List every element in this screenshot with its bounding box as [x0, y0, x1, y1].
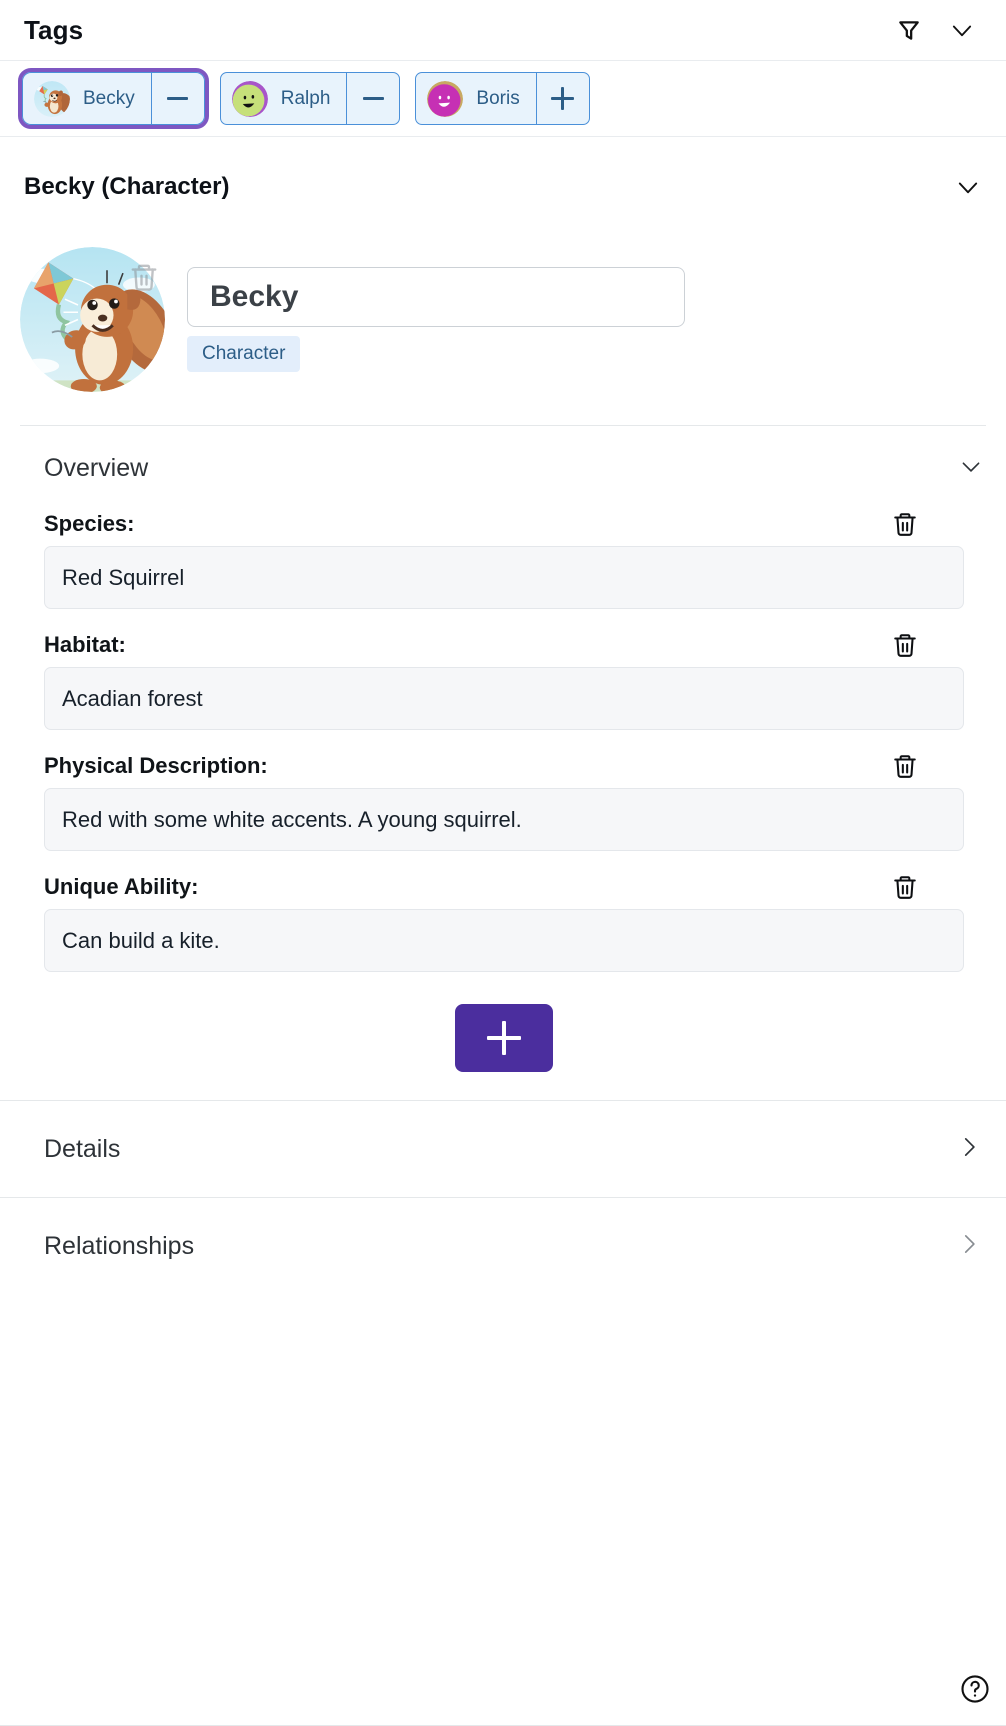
- tag-chip-ralph-remove-button[interactable]: [346, 73, 399, 124]
- tag-chip-boris-main[interactable]: Boris: [416, 73, 535, 124]
- entity-collapse-chevron-down-icon[interactable]: [954, 173, 982, 201]
- field-value[interactable]: Can build a kite.: [44, 909, 964, 972]
- header-actions: [896, 16, 982, 44]
- add-field-button[interactable]: [455, 1004, 553, 1072]
- section-details[interactable]: Details: [0, 1100, 1006, 1197]
- field-row: Habitat: Acadian forest: [44, 631, 964, 730]
- field-label: Species:: [44, 511, 135, 536]
- tag-chip-becky-remove-button[interactable]: [150, 73, 204, 124]
- chevron-right-icon[interactable]: [956, 1231, 982, 1262]
- help-circle-icon[interactable]: [960, 1674, 990, 1704]
- entity-header[interactable]: Becky (Character): [0, 137, 1006, 237]
- section-details-label: Details: [44, 1134, 121, 1163]
- filter-funnel-icon[interactable]: [896, 17, 922, 43]
- entity-name-input[interactable]: [187, 267, 685, 327]
- tag-chip-becky[interactable]: Becky: [18, 68, 209, 129]
- field-value[interactable]: Red Squirrel: [44, 546, 964, 609]
- chevron-right-icon[interactable]: [956, 1134, 982, 1165]
- entity-identity-row: Character: [0, 237, 1006, 392]
- panel-header: Tags: [0, 0, 1006, 60]
- green-smiley-avatar: [231, 80, 268, 117]
- tag-chip-label: Boris: [476, 87, 520, 109]
- field-row: Unique Ability: Can build a kite.: [44, 873, 964, 972]
- field-label: Habitat:: [44, 632, 126, 657]
- field-label: Unique Ability:: [44, 874, 199, 899]
- tag-chip-label: Becky: [83, 87, 135, 109]
- tag-chip-label: Ralph: [280, 87, 331, 109]
- field-header: Species:: [44, 510, 964, 538]
- minus-icon: [167, 97, 189, 100]
- tag-chip-ralph[interactable]: Ralph: [219, 72, 401, 125]
- delete-avatar-trash-icon[interactable]: [129, 261, 159, 298]
- field-header: Unique Ability:: [44, 873, 964, 901]
- plus-icon: [551, 87, 575, 110]
- tag-chip-becky-main[interactable]: Becky: [23, 73, 151, 124]
- chevron-down-icon[interactable]: [948, 16, 976, 44]
- delete-field-trash-icon[interactable]: [892, 631, 918, 659]
- page-title: Tags: [24, 14, 84, 45]
- overview-section-header[interactable]: Overview: [0, 426, 1006, 510]
- field-header: Habitat:: [44, 631, 964, 659]
- tag-chip-strip: Becky Ralph Boris: [0, 60, 1006, 137]
- add-field-row: [44, 994, 964, 1100]
- field-label: Physical Description:: [44, 753, 268, 778]
- overview-fields: Species: Red Squirrel Habitat: Acadian f…: [0, 510, 1006, 1100]
- overview-chevron-down-icon[interactable]: [958, 453, 984, 484]
- entity-type-badge[interactable]: Character: [187, 336, 301, 372]
- entity-identity-fields: Character: [187, 247, 685, 372]
- tag-chip-boris[interactable]: Boris: [415, 72, 590, 125]
- field-value[interactable]: Acadian forest: [44, 667, 964, 730]
- delete-field-trash-icon[interactable]: [892, 873, 918, 901]
- plus-icon: [487, 1021, 521, 1055]
- field-row: Species: Red Squirrel: [44, 510, 964, 609]
- field-row: Physical Description: Red with some whit…: [44, 752, 964, 851]
- field-header: Physical Description:: [44, 752, 964, 780]
- entity-title: Becky (Character): [24, 173, 230, 200]
- delete-field-trash-icon[interactable]: [892, 510, 918, 538]
- delete-field-trash-icon[interactable]: [892, 752, 918, 780]
- field-value[interactable]: Red with some white accents. A young squ…: [44, 788, 964, 851]
- minus-icon: [362, 97, 384, 100]
- section-relationships[interactable]: Relationships: [0, 1197, 1006, 1294]
- magenta-smiley-avatar: [427, 80, 464, 117]
- overview-section-label: Overview: [44, 453, 149, 482]
- section-relationships-label: Relationships: [44, 1231, 195, 1260]
- tag-chip-boris-add-button[interactable]: [535, 73, 589, 124]
- entity-avatar-wrapper[interactable]: [20, 247, 165, 392]
- tag-chip-ralph-main[interactable]: Ralph: [221, 73, 347, 124]
- tags-panel: Tags Becky Ralph Boris Becky (Character)…: [0, 0, 1006, 1726]
- squirrel-kite-avatar: [34, 80, 70, 117]
